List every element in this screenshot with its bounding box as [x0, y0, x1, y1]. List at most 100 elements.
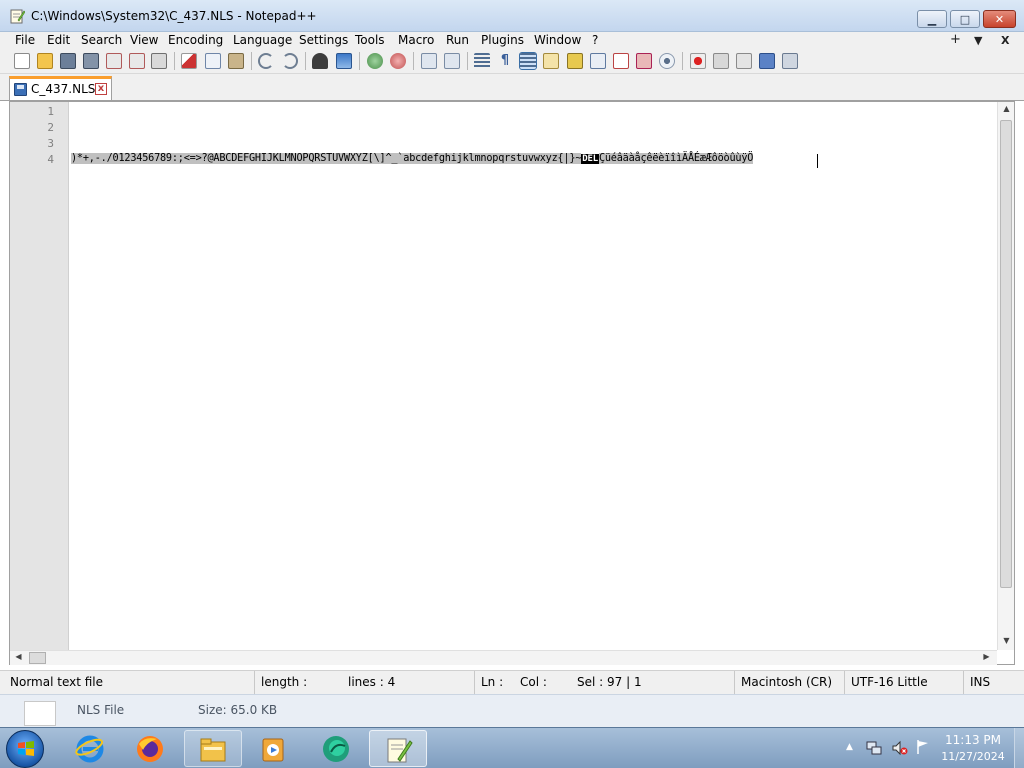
clock-time[interactable]: 11:13 PM — [938, 733, 1008, 747]
zoom-in-icon[interactable] — [367, 53, 383, 69]
toolbar-separator — [174, 52, 175, 70]
menu-search[interactable]: Search — [81, 33, 122, 47]
user-language-icon[interactable] — [543, 53, 559, 69]
title-bar: C:\Windows\System32\C_437.NLS - Notepad+… — [0, 0, 1024, 32]
record-macro-icon[interactable] — [690, 53, 706, 69]
line-number: 2 — [47, 121, 54, 134]
close-file-icon[interactable] — [106, 53, 122, 69]
open-file-icon[interactable] — [37, 53, 53, 69]
maximize-button[interactable]: □ — [950, 10, 980, 28]
find-icon[interactable] — [312, 53, 328, 69]
menu-language[interactable]: Language — [233, 33, 292, 47]
window-title: C:\Windows\System32\C_437.NLS - Notepad+… — [31, 9, 317, 23]
saved-file-icon — [14, 83, 27, 96]
status-eol[interactable]: Macintosh (CR) — [734, 671, 844, 695]
monitoring-eye-icon[interactable] — [659, 53, 675, 69]
taskbar-internet-explorer[interactable] — [62, 730, 120, 767]
taskbar-green-app[interactable] — [308, 730, 366, 767]
menu-run[interactable]: Run — [446, 33, 469, 47]
status-sel: Sel : 97 | 1 — [577, 675, 642, 689]
details-file-size: Size: 65.0 KB — [198, 703, 278, 717]
play-macro-icon[interactable] — [736, 53, 752, 69]
status-insert-mode[interactable]: INS — [963, 671, 1024, 695]
network-icon[interactable] — [866, 740, 882, 756]
menu-window[interactable]: Window — [534, 33, 581, 47]
internet-explorer-icon — [75, 735, 104, 763]
redo-icon[interactable] — [282, 53, 298, 69]
function-list-icon[interactable] — [590, 53, 606, 69]
indent-guide-icon[interactable] — [519, 52, 537, 70]
word-wrap-icon[interactable] — [474, 53, 490, 69]
menu-edit[interactable]: Edit — [47, 33, 70, 47]
horizontal-scroll-thumb[interactable] — [29, 652, 46, 664]
toolbar-separator — [682, 52, 683, 70]
taskbar-notepad-plus-plus[interactable] — [369, 730, 427, 767]
sync-horizontal-icon[interactable] — [444, 53, 460, 69]
editor-pane[interactable]: 1 2 3 4 )*+,-./0123456789:;<=>?@ABCDEFGH… — [9, 101, 1015, 665]
paste-icon[interactable] — [228, 53, 244, 69]
vertical-scrollbar[interactable]: ▲ ▼ — [997, 102, 1014, 650]
green-app-icon — [323, 736, 349, 762]
del-control-char: DEL — [581, 154, 599, 164]
scroll-down-arrow-icon[interactable]: ▼ — [998, 636, 1015, 645]
horizontal-scrollbar[interactable]: ◀ ▶ — [10, 650, 997, 665]
print-icon[interactable] — [151, 53, 167, 69]
undo-icon[interactable] — [258, 53, 274, 69]
menu-settings[interactable]: Settings — [299, 33, 348, 47]
save-all-icon[interactable] — [83, 53, 99, 69]
code-line-4[interactable]: )*+,-./0123456789:;<=>?@ABCDEFGHIJKLMNOP… — [71, 153, 753, 164]
status-encoding[interactable]: UTF-16 Little Endian — [844, 671, 963, 712]
tab-label: C_437.NLS — [31, 82, 96, 96]
scroll-right-arrow-icon[interactable]: ▶ — [978, 652, 995, 661]
vertical-scroll-thumb[interactable] — [1000, 120, 1012, 588]
scroll-up-arrow-icon[interactable]: ▲ — [998, 104, 1015, 113]
text-cursor — [817, 154, 818, 168]
tab-list-dropdown-icon[interactable]: ▼ — [974, 34, 982, 47]
save-icon[interactable] — [60, 53, 76, 69]
new-file-icon[interactable] — [14, 53, 30, 69]
menu-macro[interactable]: Macro — [398, 33, 434, 47]
menu-file[interactable]: File — [15, 33, 35, 47]
save-macro-icon[interactable] — [782, 53, 798, 69]
file-explorer-icon — [200, 738, 226, 762]
volume-muted-icon[interactable] — [892, 740, 908, 756]
close-icon: ✕ — [994, 12, 1005, 26]
stop-record-icon[interactable] — [713, 53, 729, 69]
menu-plugins[interactable]: Plugins — [481, 33, 524, 47]
doc-map-icon[interactable] — [567, 53, 583, 69]
replace-icon[interactable] — [336, 53, 352, 69]
cut-icon[interactable] — [181, 53, 197, 69]
menu-help[interactable]: ? — [592, 33, 598, 47]
sync-vertical-icon[interactable] — [421, 53, 437, 69]
taskbar-file-explorer[interactable] — [184, 730, 242, 767]
clipboard-history-icon[interactable] — [636, 53, 652, 69]
close-window-button[interactable]: ✕ — [983, 10, 1016, 28]
taskbar-media-player[interactable] — [245, 730, 303, 767]
show-all-chars-icon[interactable]: ¶ — [497, 53, 513, 69]
zoom-out-icon[interactable] — [390, 53, 406, 69]
menu-view[interactable]: View — [130, 33, 158, 47]
folder-as-workspace-icon[interactable] — [613, 53, 629, 69]
new-tab-plus-icon[interactable]: + — [950, 32, 961, 47]
action-center-flag-icon[interactable] — [915, 739, 931, 755]
tab-close-icon[interactable]: x — [95, 83, 107, 95]
close-document-icon[interactable]: X — [1001, 34, 1009, 47]
menu-tools[interactable]: Tools — [355, 33, 385, 47]
copy-icon[interactable] — [205, 53, 221, 69]
tab-c437-nls[interactable]: C_437.NLS x — [9, 76, 112, 100]
taskbar-firefox[interactable] — [122, 730, 180, 767]
details-file-type: NLS File — [77, 703, 125, 717]
clock-date[interactable]: 11/27/2024 — [938, 750, 1008, 763]
scroll-left-arrow-icon[interactable]: ◀ — [10, 652, 27, 661]
start-button[interactable] — [6, 730, 44, 768]
minimize-icon: ▁ — [927, 12, 937, 26]
minimize-button[interactable]: ▁ — [917, 10, 947, 28]
close-all-icon[interactable] — [129, 53, 145, 69]
show-desktop-button[interactable] — [1014, 728, 1024, 768]
menu-encoding[interactable]: Encoding — [168, 33, 223, 47]
run-macro-multiple-icon[interactable] — [759, 53, 775, 69]
notepad-plus-plus-icon — [387, 738, 413, 763]
status-bar: Normal text file length : 99,265 lines :… — [0, 670, 1024, 712]
notepad-plus-plus-app-icon[interactable] — [9, 8, 25, 24]
show-hidden-icons-icon[interactable]: ▲ — [846, 742, 853, 752]
